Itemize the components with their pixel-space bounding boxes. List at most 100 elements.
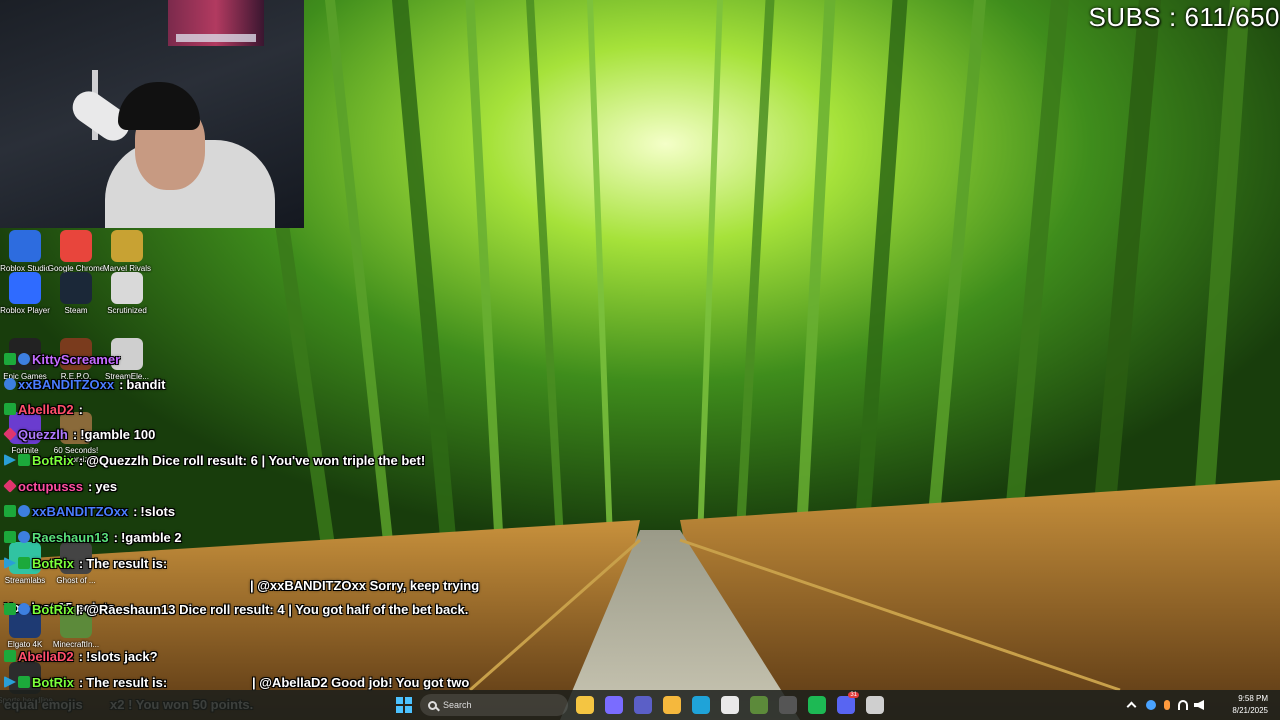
mic-icon[interactable] — [1164, 700, 1170, 710]
mod-badge-icon — [4, 603, 16, 615]
mod-badge-icon — [4, 531, 16, 543]
chat-text: !slots jack? — [85, 649, 158, 664]
document-icon — [111, 272, 143, 304]
taskbar-search[interactable]: Search — [420, 694, 568, 716]
chat-text: The result is: — [86, 556, 168, 571]
chat-separator: : — [78, 649, 83, 664]
store-icon[interactable] — [721, 696, 739, 714]
roblox-studio-icon — [9, 230, 41, 262]
discord-icon[interactable]: 31 — [837, 692, 859, 714]
streamer-hat — [118, 82, 200, 130]
search-icon — [428, 700, 437, 710]
chat-text: @Quezzlh Dice roll result: 6 | You've wo… — [86, 453, 426, 468]
chat-separator: : — [78, 602, 84, 617]
sub-badge-icon — [4, 378, 16, 390]
chat-separator: : — [78, 453, 84, 468]
chat-username: xxBANDITZOxx — [18, 377, 115, 392]
mod-badge-icon — [4, 650, 16, 662]
desktop-icon[interactable]: Marvel Rivals — [97, 230, 157, 273]
clock-time[interactable]: 9:58 PM — [1238, 694, 1268, 703]
sub-badge-icon — [18, 603, 30, 615]
desktop-icon[interactable]: Scrutinized — [97, 272, 157, 315]
wifi-icon[interactable] — [1178, 700, 1188, 710]
spotify-icon[interactable] — [808, 696, 826, 714]
chat-message: xxBANDITZOxx: !slots — [4, 504, 175, 519]
teams-icon[interactable] — [634, 696, 652, 714]
sub-badge-icon — [18, 353, 30, 365]
chat-separator: : — [133, 504, 138, 519]
folder-icon[interactable] — [663, 696, 681, 714]
clock-date[interactable]: 8/21/2025 — [1232, 706, 1268, 715]
copilot-icon[interactable] — [605, 696, 623, 714]
prime-badge-icon — [4, 557, 16, 569]
chat-separator: : — [78, 402, 83, 417]
notification-badge: 31 — [848, 692, 859, 698]
taskbar: Search 31 9:58 PM 8/21/2025 — [0, 690, 1280, 720]
start-button[interactable] — [396, 697, 412, 713]
chat-text: !gamble 100 — [80, 427, 156, 442]
chat-separator: : — [113, 530, 118, 545]
edge-icon[interactable] — [692, 696, 710, 714]
desktop-icon-label: Scrutinized — [107, 306, 147, 315]
chat-text: The result is: — [86, 675, 168, 690]
obs-studio-icon[interactable] — [866, 696, 884, 714]
chat-username: octupusss — [18, 479, 84, 494]
mod-badge-icon — [4, 353, 16, 365]
chat-message: xxBANDITZOxx: bandit — [4, 377, 165, 392]
chat-message: | @xxBANDITZOxx Sorry, keep trying — [250, 578, 479, 593]
chat-username: AbellaD2 — [18, 649, 74, 664]
desktop-icon-label: MinecraftIn... — [52, 640, 100, 649]
chat-separator: : — [88, 479, 93, 494]
chat-separator: : — [78, 556, 84, 571]
chat-message: BotRix: The result is: — [4, 675, 167, 690]
minecraft-icon[interactable] — [750, 696, 768, 714]
chat-username: BotRix — [32, 453, 74, 468]
chat-message: octupusss: yes — [3, 479, 118, 494]
chat-text: | @xxBANDITZOxx Sorry, keep trying — [250, 578, 480, 593]
chat-username: KittyScreamer — [32, 352, 121, 367]
chat-message: Quezzlh: !gamble 100 — [3, 427, 156, 442]
chat-separator: : — [72, 427, 78, 442]
vip-badge-icon — [3, 427, 17, 441]
chat-message: BotRix: @Quezzlh Dice roll result: 6 | Yo… — [4, 453, 425, 468]
chat-message: KittyScreamer — [4, 352, 122, 367]
obs-icon[interactable] — [779, 696, 797, 714]
chat-username: xxBANDITZOxx — [32, 504, 129, 519]
chat-separator: : — [78, 675, 84, 690]
volume-icon[interactable] — [1194, 700, 1204, 710]
mod-badge-icon — [18, 454, 30, 466]
prime-badge-icon — [4, 676, 16, 688]
chat-text: bandit — [126, 377, 166, 392]
file-explorer-icon[interactable] — [576, 696, 594, 714]
vip-badge-icon — [3, 479, 17, 493]
chat-text: | @AbellaD2 Good job! You got two — [252, 675, 470, 690]
mod-badge-icon — [4, 403, 16, 415]
chevron-up-icon[interactable] — [1126, 701, 1137, 712]
chat-message: AbellaD2: — [4, 402, 86, 417]
steam-icon — [60, 272, 92, 304]
prime-badge-icon — [4, 454, 16, 466]
chat-message: | @AbellaD2 Good job! You got two — [252, 675, 469, 690]
chat-message: BotRix: The result is: — [4, 556, 167, 571]
chat-text: yes — [95, 479, 118, 494]
subs-counter: SUBS : 611/650 — [1088, 2, 1280, 32]
roblox-player-icon — [9, 272, 41, 304]
chat-separator: : — [119, 377, 124, 392]
chat-text: !gamble 2 — [120, 530, 182, 545]
mod-badge-icon — [18, 557, 30, 569]
marvel-rivals-icon — [111, 230, 143, 262]
cloud-icon[interactable] — [1146, 700, 1156, 710]
chat-username: AbellaD2 — [18, 402, 74, 417]
background-monitor — [168, 0, 264, 46]
chat-text: @Raeshaun13 Dice roll result: 4 | You go… — [86, 602, 469, 617]
chat-username: Quezzlh — [18, 427, 68, 442]
chat-username: BotRix — [32, 602, 74, 617]
chat-message: AbellaD2: !slots jack? — [4, 649, 158, 664]
chat-username: Raeshaun13 — [32, 530, 109, 545]
chat-username: BotRix — [32, 556, 74, 571]
system-tray: 9:58 PM 8/21/2025 — [1120, 690, 1280, 720]
chat-text: !slots — [140, 504, 176, 519]
chat-username: BotRix — [32, 675, 74, 690]
chat-message: BotRix: @Raeshaun13 Dice roll result: 4 |… — [4, 602, 468, 617]
mod-badge-icon — [18, 676, 30, 688]
